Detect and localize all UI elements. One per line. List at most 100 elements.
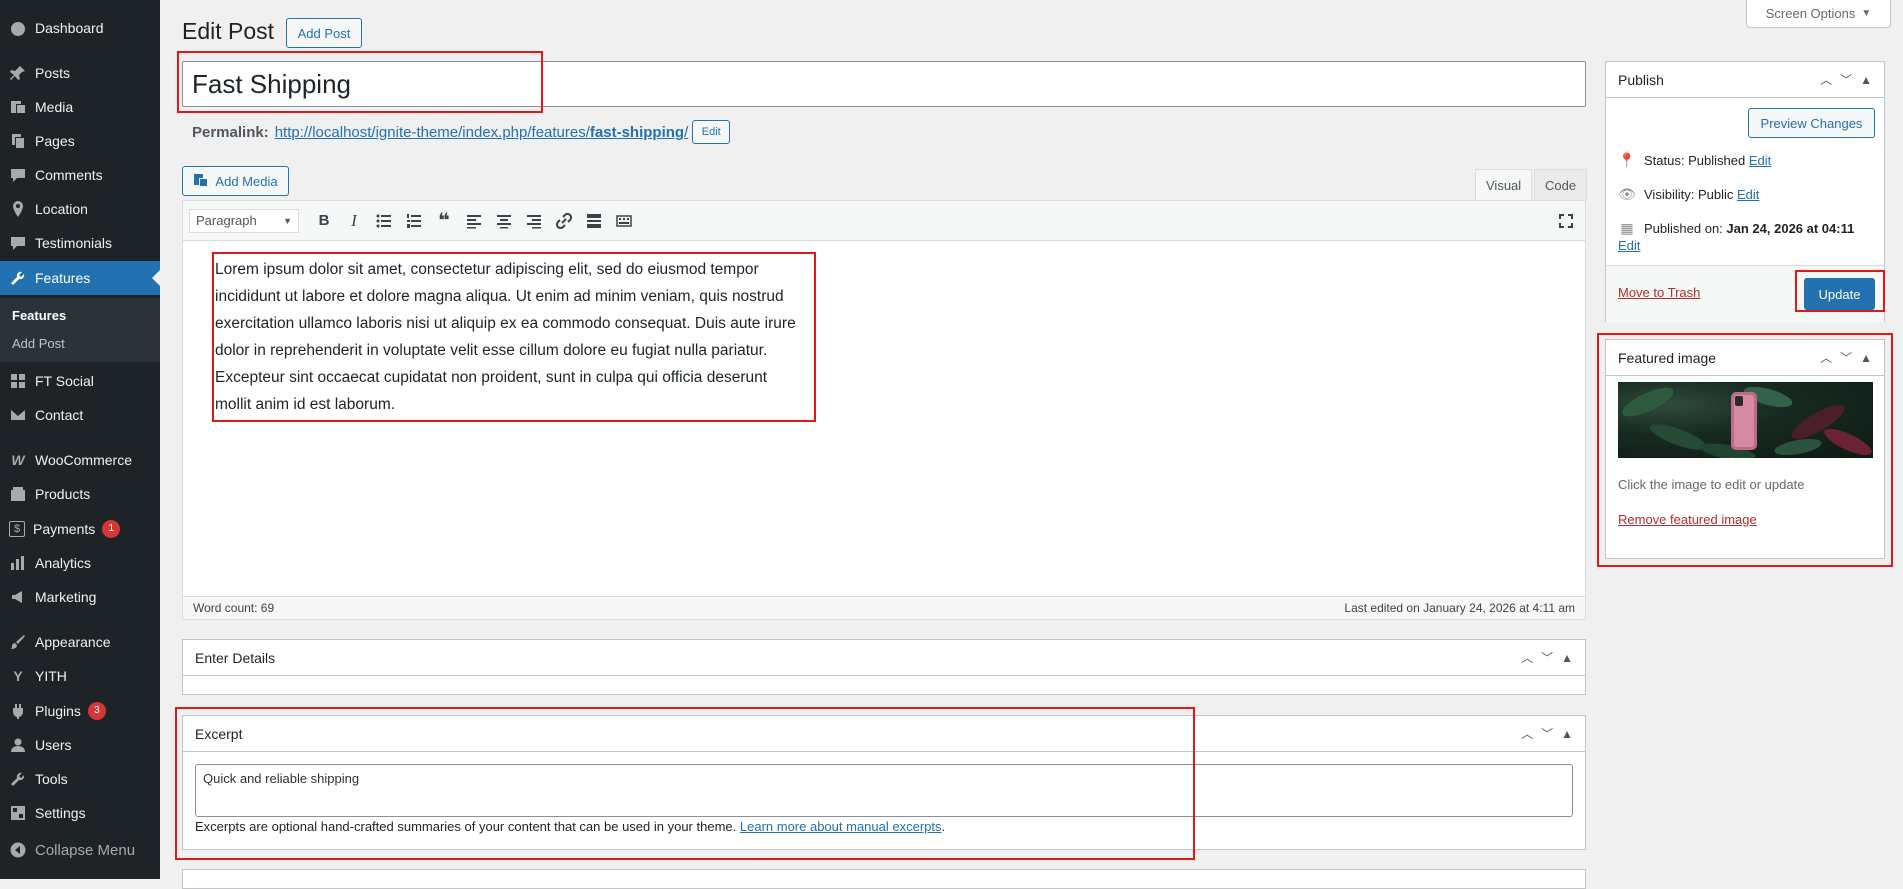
menu-users[interactable]: Users — [0, 728, 160, 762]
excerpt-header[interactable]: Excerpt ︿ ﹀ ▲ — [183, 716, 1585, 752]
menu-plugins[interactable]: Plugins 3 — [0, 694, 160, 728]
format-select[interactable]: Paragraph ▼ — [189, 208, 299, 233]
link-icon[interactable] — [549, 206, 579, 236]
editor-toolbar: Paragraph ▼ B I ❝ — [183, 201, 1585, 241]
enter-details-header[interactable]: Enter Details ︿ ﹀ ▲ — [183, 640, 1585, 676]
featured-image-header[interactable]: Featured image ︿ ﹀ ▲ — [1606, 340, 1884, 376]
menu-pages[interactable]: Pages — [0, 124, 160, 158]
move-up-icon[interactable]: ︿ — [1521, 725, 1533, 742]
plugins-count-badge: 3 — [87, 702, 106, 720]
remove-featured-image-link[interactable]: Remove featured image — [1618, 512, 1757, 527]
menu-label: WooCommerce — [35, 452, 132, 468]
bullet-list-icon[interactable] — [369, 206, 399, 236]
word-count: Word count: 69 — [193, 601, 275, 615]
menu-settings[interactable]: Settings — [0, 796, 160, 830]
menu-testimonials[interactable]: Testimonials — [0, 226, 160, 260]
move-up-icon[interactable]: ︿ — [1521, 649, 1533, 666]
features-submenu: Features Add Post — [0, 298, 160, 362]
editor-content[interactable]: Lorem ipsum dolor sit amet, consectetur … — [215, 256, 805, 418]
menu-marketing[interactable]: Marketing — [0, 580, 160, 614]
caret-down-icon: ▼ — [283, 215, 292, 226]
excerpt-help-link[interactable]: Learn more about manual excerpts — [740, 819, 942, 834]
featured-image-thumbnail[interactable] — [1618, 382, 1873, 458]
screen-options-button[interactable]: Screen Options ▼ — [1746, 0, 1891, 28]
published-edit-link[interactable]: Edit — [1618, 238, 1640, 253]
menu-location[interactable]: Location — [0, 192, 160, 226]
move-down-icon[interactable]: ﹀ — [1541, 725, 1553, 742]
numbered-list-icon[interactable] — [399, 206, 429, 236]
permalink-link[interactable]: http://localhost/ignite-theme/index.php/… — [275, 124, 689, 141]
move-down-icon[interactable]: ﹀ — [1541, 649, 1553, 666]
menu-dashboard[interactable]: Dashboard — [0, 11, 160, 45]
status-edit-link[interactable]: Edit — [1749, 153, 1771, 168]
menu-label: Media — [35, 99, 74, 115]
menu-products[interactable]: Products — [0, 477, 160, 511]
menu-payments[interactable]: $ Payments 1 — [0, 512, 160, 546]
last-edited: Last edited on January 24, 2026 at 4:11 … — [1344, 601, 1575, 615]
tab-code[interactable]: Code — [1534, 169, 1588, 200]
toggle-icon[interactable]: ▲ — [1860, 351, 1872, 365]
read-more-icon[interactable] — [579, 206, 609, 236]
toggle-icon[interactable]: ▲ — [1860, 73, 1872, 87]
align-left-icon[interactable] — [459, 206, 489, 236]
box-controls: ︿ ﹀ ▲ — [1521, 649, 1573, 666]
move-down-icon[interactable]: ﹀ — [1840, 349, 1852, 366]
menu-appearance[interactable]: Appearance — [0, 625, 160, 659]
excerpt-title: Excerpt — [195, 725, 243, 742]
align-center-icon[interactable] — [489, 206, 519, 236]
menu-posts[interactable]: Posts — [0, 56, 160, 90]
move-down-icon[interactable]: ﹀ — [1840, 71, 1852, 88]
submenu-add-post[interactable]: Add Post — [12, 336, 65, 351]
menu-features[interactable]: Features — [0, 261, 160, 295]
update-button[interactable]: Update — [1804, 278, 1875, 310]
move-to-trash-link[interactable]: Move to Trash — [1618, 285, 1700, 300]
menu-label: Testimonials — [35, 235, 113, 251]
menu-ft-social[interactable]: FT Social — [0, 364, 160, 398]
format-select-value: Paragraph — [196, 213, 257, 228]
add-post-button[interactable]: Add Post — [286, 18, 362, 48]
menu-yith[interactable]: Y YITH — [0, 659, 160, 693]
align-right-icon[interactable] — [519, 206, 549, 236]
menu-label: Location — [35, 201, 88, 217]
menu-media[interactable]: Media — [0, 90, 160, 124]
admin-sidebar: Dashboard Posts Media Pages Comments Loc… — [0, 0, 160, 879]
bold-icon[interactable]: B — [309, 206, 339, 236]
toggle-icon[interactable]: ▲ — [1561, 651, 1573, 665]
pin-icon: 📍 — [1618, 152, 1636, 168]
move-up-icon[interactable]: ︿ — [1820, 71, 1832, 88]
plugin-icon — [9, 702, 27, 720]
excerpt-textarea[interactable]: Quick and reliable shipping — [195, 764, 1573, 817]
blockquote-icon[interactable]: ❝ — [429, 206, 459, 236]
collapse-menu-button[interactable]: Collapse Menu — [0, 833, 160, 867]
menu-woocommerce[interactable]: W WooCommerce — [0, 443, 160, 477]
menu-analytics[interactable]: Analytics — [0, 546, 160, 580]
editor-status-bar: Word count: 69 Last edited on January 24… — [183, 596, 1585, 619]
submenu-features[interactable]: Features — [12, 308, 66, 323]
visibility-edit-link[interactable]: Edit — [1737, 187, 1759, 202]
tab-visual[interactable]: Visual — [1475, 169, 1533, 200]
menu-tools[interactable]: Tools — [0, 762, 160, 796]
post-title-input[interactable]: Fast Shipping — [182, 61, 1586, 107]
italic-icon[interactable]: I — [339, 206, 369, 236]
menu-contact[interactable]: Contact — [0, 398, 160, 432]
menu-label: Dashboard — [35, 20, 104, 36]
toolbar-toggle-icon[interactable] — [609, 206, 639, 236]
settings-icon — [9, 804, 27, 822]
add-media-button[interactable]: Add Media — [182, 166, 289, 196]
featured-image-hint: Click the image to edit or update — [1618, 477, 1805, 492]
fullscreen-icon[interactable] — [1551, 206, 1581, 236]
featured-image-box: Featured image ︿ ﹀ ▲ Click the image to … — [1605, 339, 1885, 559]
analytics-icon — [9, 554, 27, 572]
move-up-icon[interactable]: ︿ — [1820, 349, 1832, 366]
toggle-icon[interactable]: ▲ — [1561, 727, 1573, 741]
preview-changes-button[interactable]: Preview Changes — [1748, 108, 1875, 138]
permalink-edit-button[interactable]: Edit — [692, 120, 731, 144]
comment-icon — [9, 166, 27, 184]
menu-label: Payments — [33, 521, 96, 537]
menu-label: Plugins — [35, 703, 81, 719]
menu-label: Collapse Menu — [35, 841, 136, 859]
publish-header[interactable]: Publish ︿ ﹀ ▲ — [1606, 62, 1884, 98]
visibility-value: Public — [1697, 187, 1734, 202]
menu-label: Posts — [35, 65, 71, 81]
menu-comments[interactable]: Comments — [0, 158, 160, 192]
